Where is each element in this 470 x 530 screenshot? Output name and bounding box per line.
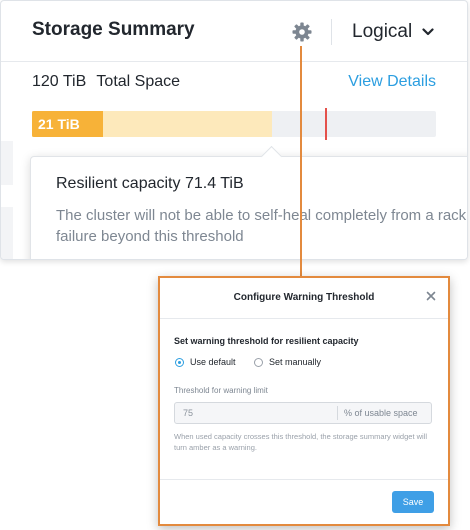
radio-use-default[interactable]: Use default — [175, 357, 236, 367]
radio-set-manually[interactable]: Set manually — [254, 357, 321, 367]
tooltip-title: Resilient capacity 71.4 TiB — [56, 175, 244, 192]
dialog-title: Configure Warning Threshold — [233, 292, 375, 303]
radio-label: Use default — [190, 357, 236, 367]
header-divider — [331, 19, 332, 45]
background-panel-edge — [1, 141, 13, 185]
radio-label: Set manually — [269, 357, 322, 367]
chevron-down-icon — [422, 28, 434, 36]
total-space-label: Total Space — [96, 73, 181, 90]
total-space-row: 120 TiB Total Space — [32, 73, 180, 91]
threshold-input-suffix: % of usable space — [344, 408, 418, 418]
callout-connector — [300, 46, 302, 278]
view-details-link[interactable]: View Details — [348, 73, 436, 91]
radio-button-unchecked[interactable] — [254, 357, 263, 367]
input-separator — [337, 406, 338, 420]
background-panel-edge — [1, 207, 13, 259]
threshold-input[interactable] — [175, 403, 343, 423]
dialog-footer: Save — [160, 479, 448, 525]
view-mode-selected: Logical — [352, 21, 413, 42]
threshold-field-label: Threshold for warning limit — [174, 386, 268, 395]
threshold-marker[interactable] — [325, 108, 327, 140]
close-icon[interactable] — [426, 291, 436, 301]
widget-header: Storage Summary Logical — [1, 1, 467, 62]
gear-icon[interactable] — [292, 22, 312, 42]
threshold-input-group: % of usable space — [174, 402, 432, 424]
radio-button-checked[interactable] — [175, 357, 184, 367]
storage-summary-widget: Storage Summary Logical 120 TiB Total Sp… — [0, 0, 468, 260]
tooltip-description: The cluster will not be able to self-hea… — [56, 207, 467, 245]
tooltip-arrow — [260, 145, 283, 168]
widget-title: Storage Summary — [32, 19, 195, 40]
used-capacity-label: 21 TiB — [38, 116, 80, 132]
capacity-bar: 21 TiB — [32, 108, 436, 140]
threshold-help-text: When used capacity crosses this threshol… — [174, 432, 428, 452]
section-heading: Set warning threshold for resilient capa… — [174, 336, 359, 346]
total-space-value: 120 TiB — [32, 73, 87, 90]
dialog-header: Configure Warning Threshold — [160, 278, 448, 319]
used-capacity-segment: 21 TiB — [32, 111, 103, 137]
view-mode-select[interactable]: Logical — [352, 19, 434, 45]
resilient-capacity-tooltip: Resilient capacity 71.4 TiB The cluster … — [30, 145, 467, 259]
configure-threshold-dialog: Configure Warning Threshold Set warning … — [158, 276, 450, 526]
save-button[interactable]: Save — [392, 491, 434, 513]
dialog-body: Set warning threshold for resilient capa… — [160, 319, 448, 479]
